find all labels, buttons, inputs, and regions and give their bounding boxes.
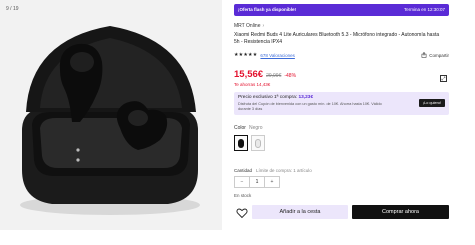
quantity-decrease-button[interactable]: −	[235, 177, 249, 187]
promo-box: Precio exclusivo 1ª compra: 13,23€ Disfr…	[234, 92, 449, 115]
chevron-right-icon: ›	[262, 23, 265, 29]
share-button[interactable]: Compartir	[421, 52, 449, 58]
saving-text: Te ahorras 14,43€	[234, 82, 271, 87]
share-label[interactable]: Compartir	[429, 53, 449, 58]
product-gallery[interactable]: 9 / 19	[0, 0, 222, 230]
promo-title: Precio exclusivo 1ª compra: 13,23€	[238, 95, 313, 100]
flash-sale-banner: ¡Oferta flash ya disponible! Termina en …	[234, 4, 449, 16]
share-icon	[421, 52, 427, 58]
expand-icon[interactable]: ⤢	[440, 75, 447, 82]
current-price: 15,56€	[234, 69, 264, 80]
promo-claim-button[interactable]: ¡Lo quiero!	[418, 99, 445, 107]
product-title: Xiaomi Redmi Buds 4 Lite Auriculares Blu…	[234, 32, 440, 45]
price-row: 15,56€ 29,99€ -48%	[234, 69, 296, 80]
color-swatch-black[interactable]	[234, 135, 248, 151]
color-swatch-white[interactable]	[251, 135, 265, 151]
product-image[interactable]	[0, 0, 222, 230]
quantity-stepper[interactable]: − 1 +	[234, 176, 280, 188]
quantity-input[interactable]: 1	[249, 177, 265, 187]
seller-link[interactable]: MRT Online ›	[234, 23, 264, 29]
stock-status: En stock	[234, 193, 252, 198]
flash-sale-label: ¡Oferta flash ya disponible!	[238, 7, 297, 12]
rating: ★★★★★ 678 Valoraciones	[234, 52, 295, 58]
promo-price: 13,23€	[298, 95, 314, 100]
heart-icon[interactable]	[236, 207, 248, 219]
quantity-label-row: Cantidad Límite de compra: 1 artículo	[234, 168, 312, 173]
color-label: Color	[234, 125, 246, 131]
original-price: 29,99€	[266, 73, 282, 79]
seller-name[interactable]: MRT Online	[234, 23, 261, 29]
buy-now-button[interactable]: Comprar ahora	[352, 205, 449, 219]
flash-sale-timer: Termina en 12:30:07	[403, 7, 445, 12]
add-to-cart-button[interactable]: Añadir a la cesta	[252, 205, 348, 219]
purchase-limit: Límite de compra: 1 artículo	[256, 168, 312, 173]
reviews-link[interactable]: 678 Valoraciones	[260, 53, 294, 58]
quantity-increase-button[interactable]: +	[265, 177, 279, 187]
black-earbud-thumbnail	[238, 138, 244, 148]
color-label-row: Color Negro	[234, 125, 263, 131]
discount-badge: -48%	[284, 73, 297, 79]
product-details-panel: ¡Oferta flash ya disponible! Termina en …	[234, 0, 449, 245]
image-counter: 9 / 19	[6, 6, 19, 12]
white-earbud-thumbnail	[255, 138, 261, 148]
promo-title-prefix: Precio exclusivo 1ª compra:	[238, 95, 298, 100]
promo-description: Disfruta del Cupón de bienvenida con un …	[238, 102, 382, 111]
star-rating-icon: ★★★★★	[234, 52, 258, 58]
color-swatches	[234, 135, 265, 151]
quantity-label: Cantidad	[234, 168, 253, 173]
color-selected-value: Negro	[248, 125, 263, 131]
